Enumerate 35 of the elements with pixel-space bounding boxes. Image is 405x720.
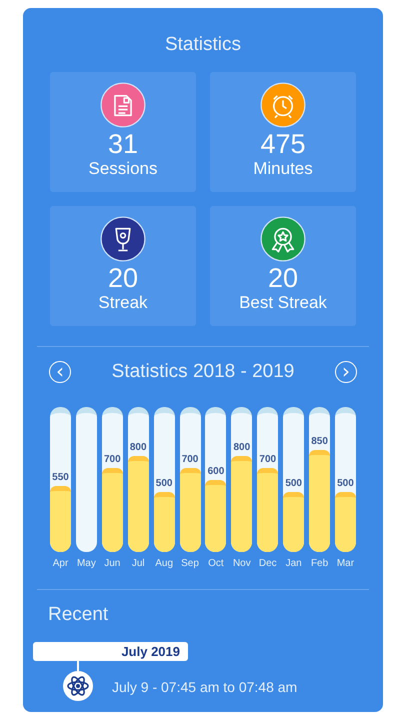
stat-value: 20 [108, 263, 138, 293]
screen-title: Statistics [164, 34, 242, 57]
stat-value: 475 [260, 129, 306, 159]
bar-value: 600 [206, 466, 226, 478]
stat-label: Streak [98, 293, 148, 313]
month-label: Aug [155, 558, 174, 569]
stat-label: Sessions [88, 159, 158, 179]
month-label: Jul [132, 558, 145, 569]
bar-value: 500 [284, 478, 303, 490]
month-label: Jun [104, 558, 120, 569]
month-label: Jan [286, 558, 302, 569]
stat-value: 20 [268, 263, 298, 293]
month-label: Feb [310, 558, 328, 569]
bar-value: 850 [310, 436, 329, 448]
month-label: Oct [208, 558, 224, 569]
month-label: Mar [336, 558, 354, 569]
section-heading: Recent [48, 604, 110, 626]
bar-value: 500 [154, 478, 174, 490]
bar-value: 700 [258, 454, 278, 466]
bar-value: 800 [232, 442, 252, 454]
bar-value: 800 [128, 442, 148, 454]
stat-label: Minutes [253, 159, 313, 179]
bar-value: 700 [180, 454, 200, 466]
stat-value: 31 [108, 129, 138, 159]
bar-value: 500 [336, 478, 355, 490]
stat-label: Best Streak [239, 293, 327, 313]
month-label: May [76, 558, 96, 569]
month-label: Nov [232, 558, 251, 569]
chart-title: Statistics 2018 - 2019 [112, 361, 294, 383]
month-tag: July 2019 [33, 642, 188, 661]
month-label: Apr [52, 558, 68, 569]
bar-value: 700 [102, 454, 122, 466]
month-label: Sep [181, 558, 199, 569]
month-label: Dec [258, 558, 277, 569]
bar-value: 550 [51, 472, 70, 484]
